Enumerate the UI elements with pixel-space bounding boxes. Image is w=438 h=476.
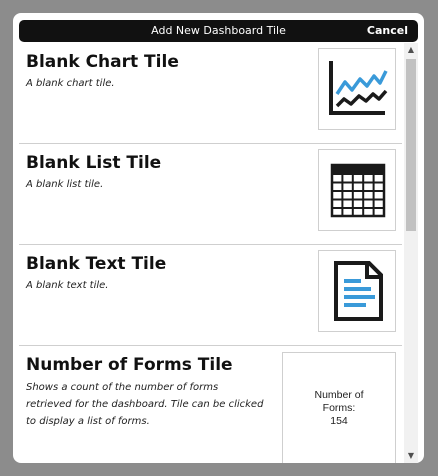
- tile-blank-text[interactable]: Blank Text Tile A blank text tile.: [19, 245, 402, 346]
- tile-description: Shows a count of the number of forms ret…: [26, 382, 264, 427]
- tile-title: Blank Text Tile: [26, 254, 167, 274]
- vertical-scrollbar[interactable]: ▲ ▼: [404, 43, 418, 463]
- tile-list: Blank Chart Tile A blank chart tile. Bla…: [19, 43, 402, 463]
- text-document-icon: [334, 261, 383, 321]
- line-chart-icon: [329, 61, 388, 115]
- tile-preview: [318, 250, 396, 332]
- scroll-down-arrow-icon[interactable]: ▼: [404, 449, 418, 463]
- scroll-up-arrow-icon[interactable]: ▲: [404, 43, 418, 57]
- tile-description: A blank chart tile.: [26, 78, 115, 89]
- tile-description: A blank text tile.: [26, 280, 109, 291]
- tile-preview: [318, 48, 396, 130]
- tile-preview: Number of Forms: 154: [282, 352, 396, 463]
- forms-count-label: Number of Forms:: [314, 389, 364, 414]
- cancel-button[interactable]: Cancel: [367, 20, 408, 42]
- add-tile-dialog: Add New Dashboard Tile Cancel Blank Char…: [13, 13, 424, 463]
- forms-count-value: 154: [330, 415, 348, 427]
- table-grid-icon: [330, 163, 386, 218]
- dialog-title: Add New Dashboard Tile: [151, 24, 286, 37]
- tile-title: Blank List Tile: [26, 153, 162, 173]
- tile-number-of-forms[interactable]: Number of Forms Tile Shows a count of th…: [19, 346, 402, 463]
- forms-count-preview: Number of Forms: 154: [283, 389, 395, 428]
- tile-preview: [318, 149, 396, 231]
- tile-title: Number of Forms Tile: [26, 355, 233, 375]
- tile-blank-chart[interactable]: Blank Chart Tile A blank chart tile.: [19, 43, 402, 144]
- tile-blank-list[interactable]: Blank List Tile A blank list tile.: [19, 144, 402, 245]
- scroll-thumb[interactable]: [406, 59, 416, 231]
- tile-description: A blank list tile.: [26, 179, 104, 190]
- dialog-header: Add New Dashboard Tile Cancel: [19, 20, 418, 42]
- tile-title: Blank Chart Tile: [26, 52, 179, 72]
